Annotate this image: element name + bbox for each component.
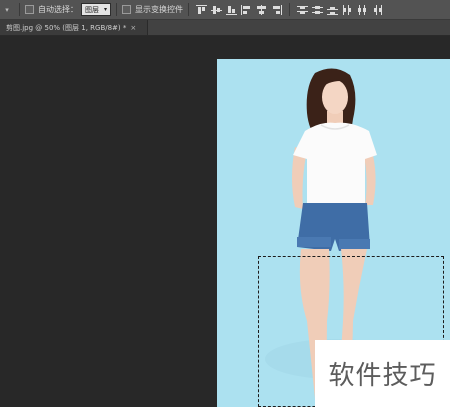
show-transform-checkbox[interactable]	[122, 5, 132, 14]
distribute-hcenter-icon[interactable]	[356, 4, 369, 15]
separator	[289, 3, 291, 16]
distribute-left-icon[interactable]	[341, 4, 354, 15]
align-bottom-icon[interactable]	[225, 4, 238, 15]
close-icon[interactable]: ×	[130, 24, 136, 32]
auto-select-checkbox[interactable]	[25, 5, 34, 14]
auto-select-value: 图层	[85, 5, 99, 14]
separator	[19, 3, 20, 16]
distribute-right-icon[interactable]	[371, 4, 384, 15]
document-tab[interactable]: 剪图.jpg @ 50% (图层 1, RGB/8#) * ×	[0, 20, 148, 35]
distribute-bottom-icon[interactable]	[326, 4, 339, 15]
watermark: 软件技巧	[315, 340, 450, 407]
align-hcenter-icon[interactable]	[255, 4, 268, 15]
distribute-vcenter-icon[interactable]	[311, 4, 324, 15]
options-bar: ▾ 自动选择： 图层 ▾ 显示变换控件	[0, 0, 450, 20]
align-vcenter-icon[interactable]	[210, 4, 223, 15]
auto-select-label: 自动选择：	[38, 5, 78, 14]
document-tab-title: 剪图.jpg @ 50% (图层 1, RGB/8#) *	[6, 23, 127, 32]
tool-preset-chevron-icon[interactable]: ▾	[0, 6, 14, 14]
align-right-icon[interactable]	[270, 4, 283, 15]
separator	[116, 3, 118, 16]
separator	[188, 3, 190, 16]
auto-select-dropdown[interactable]: 图层 ▾	[81, 3, 112, 16]
show-transform-label: 显示变换控件	[135, 5, 184, 14]
document-tab-bar: 剪图.jpg @ 50% (图层 1, RGB/8#) * ×	[0, 20, 450, 36]
dropdown-arrow-icon: ▾	[104, 6, 108, 13]
align-left-icon[interactable]	[240, 4, 253, 15]
distribute-top-icon[interactable]	[296, 4, 309, 15]
align-top-icon[interactable]	[195, 4, 208, 15]
